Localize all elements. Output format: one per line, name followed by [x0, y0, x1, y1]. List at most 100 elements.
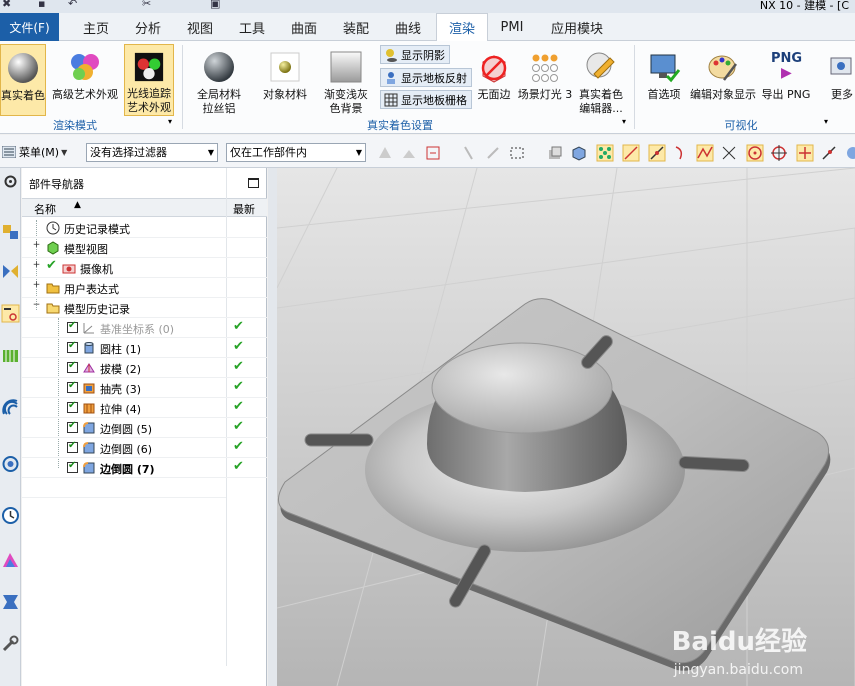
raytrace-studio-button[interactable]: 光线追踪 艺术外观: [124, 44, 174, 116]
gradient-background-button[interactable]: 渐变浅灰 色背景: [316, 44, 376, 116]
show-shadows-toggle[interactable]: 显示阴影: [380, 45, 450, 64]
edit-object-display-button[interactable]: 编辑对象显示: [688, 44, 758, 116]
selection-filter-dropdown[interactable]: 没有选择过滤器 ▼: [86, 143, 218, 162]
window-switch-icon[interactable]: ▣: [210, 0, 220, 10]
existing-point-snap-icon[interactable]: [796, 144, 814, 162]
panel-splitter[interactable]: [268, 168, 277, 686]
pick-drag-icon[interactable]: [484, 144, 502, 162]
menu-button[interactable]: 菜单(M) ▼: [2, 144, 67, 160]
visibility-checkbox[interactable]: [67, 340, 78, 353]
sort-ascending-icon[interactable]: ▲: [74, 200, 81, 210]
preferences-button[interactable]: 首选项: [640, 44, 688, 116]
no-face-edges-button[interactable]: 无面边: [474, 44, 514, 116]
visibility-checkbox[interactable]: [67, 460, 78, 473]
reuse-library-icon[interactable]: [1, 346, 20, 365]
cut-icon[interactable]: ✂: [142, 0, 151, 10]
expand-icon[interactable]: +: [32, 241, 41, 250]
group-render-mode-expand-icon[interactable]: ▾: [168, 117, 172, 126]
midpoint-snap-icon[interactable]: [648, 144, 666, 162]
tab-analysis[interactable]: 分析: [126, 13, 170, 41]
tree-row-draft[interactable]: 拔模 (2) ✔: [22, 358, 267, 378]
column-latest[interactable]: 最新: [233, 201, 255, 217]
tree-row-cylinder[interactable]: 圆柱 (1) ✔: [22, 338, 267, 358]
tab-render[interactable]: 渲染: [436, 13, 488, 42]
tab-applications[interactable]: 应用模块: [540, 13, 614, 41]
visibility-checkbox[interactable]: [67, 320, 78, 333]
visibility-checkbox[interactable]: [67, 440, 78, 453]
web-browser-icon[interactable]: [1, 398, 20, 417]
system-materials-icon[interactable]: [1, 550, 20, 569]
tab-file[interactable]: 文件(F): [0, 13, 59, 41]
true-shading-editor-button[interactable]: 真实着色 编辑器...: [576, 44, 626, 116]
global-material-button[interactable]: 全局材料 拉丝铝: [188, 44, 250, 116]
control-point-snap-icon[interactable]: [696, 144, 714, 162]
graphics-viewport[interactable]: Baidu经验 jingyan.baidu.com: [277, 168, 855, 686]
tab-home[interactable]: 主页: [74, 13, 118, 41]
tab-surface[interactable]: 曲面: [282, 13, 326, 41]
rectangle-select-icon[interactable]: [508, 144, 526, 162]
quadrant-snap-icon[interactable]: [770, 144, 788, 162]
scene-light-button[interactable]: 场景灯光 3: [516, 44, 574, 116]
selection-scope-dropdown[interactable]: 仅在工作部件内 ▼: [226, 143, 366, 162]
point-on-face-snap-icon[interactable]: [844, 144, 855, 162]
cube-icon[interactable]: [570, 144, 588, 162]
show-floor-grid-toggle[interactable]: 显示地板栅格: [380, 90, 472, 109]
curve-snap-icon[interactable]: [672, 144, 690, 162]
quick-access-icon[interactable]: ✖: [2, 0, 11, 10]
select-components-icon[interactable]: [376, 144, 394, 162]
constraint-navigator-icon[interactable]: [1, 262, 20, 281]
part-navigator-icon[interactable]: [1, 304, 20, 323]
checkmark-icon[interactable]: ✔: [46, 258, 57, 273]
expand-icon[interactable]: +: [32, 261, 41, 270]
select-features-icon[interactable]: [400, 144, 418, 162]
more-button[interactable]: 更多: [822, 44, 855, 116]
column-name[interactable]: 名称: [34, 201, 56, 217]
point-on-curve-snap-icon[interactable]: [820, 144, 838, 162]
endpoint-snap-icon[interactable]: [622, 144, 640, 162]
visibility-checkbox[interactable]: [67, 360, 78, 373]
tree-row-datum-csys[interactable]: 基准坐标系 (0) ✔: [22, 318, 267, 338]
gear-icon[interactable]: [1, 172, 20, 191]
tree-row-shell[interactable]: 抽壳 (3) ✔: [22, 378, 267, 398]
group-true-shading-expand-icon[interactable]: ▾: [622, 117, 626, 126]
tree-row-cameras[interactable]: + ✔ 摄像机: [22, 258, 267, 278]
tree-row-extrude[interactable]: 拉伸 (4) ✔: [22, 398, 267, 418]
visibility-checkbox[interactable]: [67, 380, 78, 393]
tab-pmi[interactable]: PMI: [492, 13, 532, 41]
maximize-icon[interactable]: [248, 178, 259, 188]
arc-center-snap-icon[interactable]: [746, 144, 764, 162]
tools-icon[interactable]: [1, 634, 20, 653]
tree-row-history-mode[interactable]: 历史记录模式: [22, 218, 267, 238]
visibility-checkbox[interactable]: [67, 400, 78, 413]
tree-row-edge-blend-6[interactable]: 边倒圆 (6) ✔: [22, 438, 267, 458]
history-clock-icon[interactable]: [1, 506, 20, 525]
show-floor-reflection-toggle[interactable]: 显示地板反射: [380, 68, 472, 87]
collapse-icon[interactable]: −: [32, 301, 41, 310]
tab-curve[interactable]: 曲线: [386, 13, 430, 41]
snap-points-icon[interactable]: [596, 144, 614, 162]
export-png-button[interactable]: PNG ▶ 导出 PNG: [760, 44, 812, 116]
advanced-studio-button[interactable]: 高级艺术外观: [50, 44, 120, 116]
tab-tools[interactable]: 工具: [230, 13, 274, 41]
object-material-button[interactable]: 对象材料: [258, 44, 312, 116]
tab-view[interactable]: 视图: [178, 13, 222, 41]
save-icon[interactable]: ▪: [38, 0, 45, 10]
expand-icon[interactable]: +: [32, 281, 41, 290]
undo-icon[interactable]: ↶: [68, 0, 77, 10]
group-visualization-expand-icon[interactable]: ▾: [824, 117, 828, 126]
assembly-navigator-icon[interactable]: [1, 222, 20, 241]
select-box-icon[interactable]: [424, 144, 442, 162]
process-studio-icon[interactable]: [1, 454, 20, 473]
true-shading-button[interactable]: 真实着色: [0, 44, 46, 116]
tab-assembly[interactable]: 装配: [334, 13, 378, 41]
roles-icon[interactable]: [1, 592, 20, 611]
tree-row-model-views[interactable]: + 模型视图: [22, 238, 267, 258]
intersection-snap-icon[interactable]: [720, 144, 738, 162]
select-all-icon[interactable]: [546, 144, 564, 162]
tree-row-edge-blend-7[interactable]: 边倒圆 (7) ✔: [22, 458, 267, 478]
tree-row-user-expressions[interactable]: + 用户表达式: [22, 278, 267, 298]
tree-row-edge-blend-5[interactable]: 边倒圆 (5) ✔: [22, 418, 267, 438]
pick-icon[interactable]: [460, 144, 478, 162]
visibility-checkbox[interactable]: [67, 420, 78, 433]
tree-row-model-history[interactable]: − 模型历史记录: [22, 298, 267, 318]
